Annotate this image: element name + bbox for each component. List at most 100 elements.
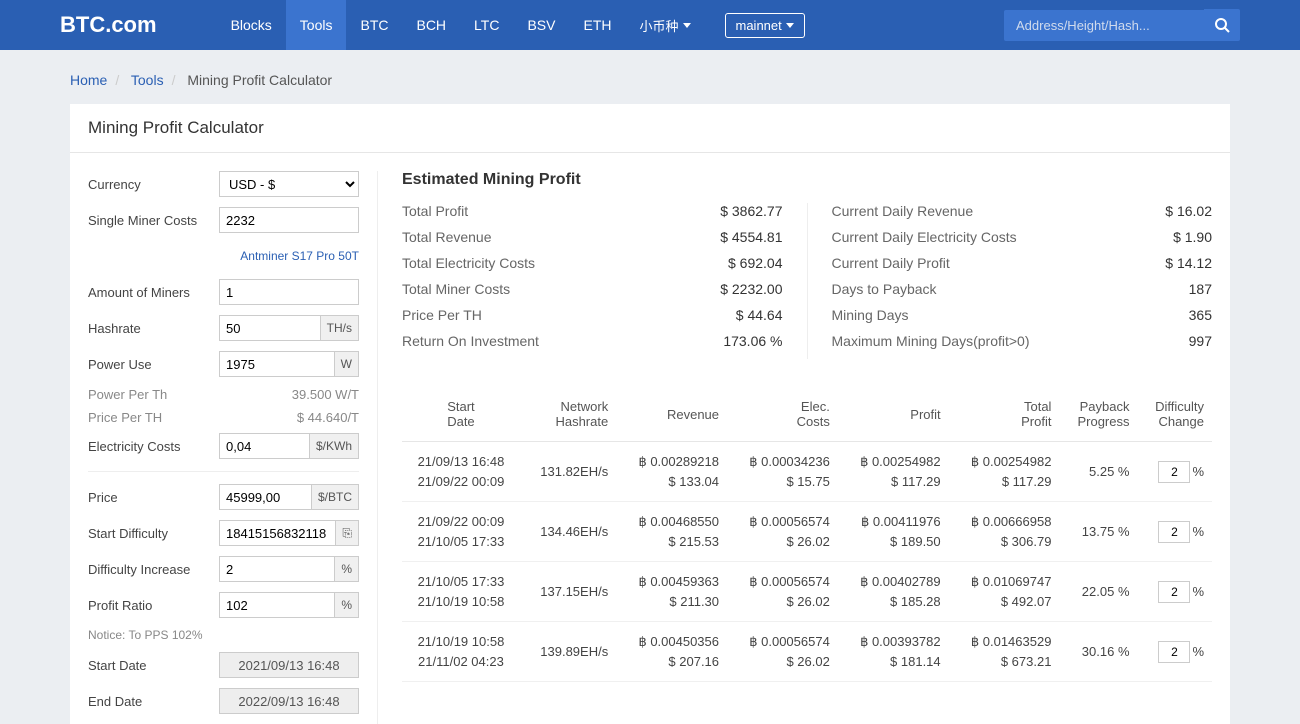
price-unit: $/BTC bbox=[311, 485, 358, 509]
summary-value: $ 2232.00 bbox=[720, 281, 782, 297]
nav-btc[interactable]: BTC bbox=[346, 0, 402, 50]
summary-value: $ 14.12 bbox=[1165, 255, 1212, 271]
summary-value: $ 44.64 bbox=[736, 307, 783, 323]
nav-altcoins[interactable]: 小币种 bbox=[625, 0, 704, 50]
diff-inc-input[interactable] bbox=[220, 557, 334, 581]
profit-ratio-input[interactable] bbox=[220, 593, 334, 617]
lock-icon[interactable]: ⎘ bbox=[335, 521, 358, 545]
difficulty-change-input[interactable] bbox=[1158, 521, 1190, 543]
nav-tools[interactable]: Tools bbox=[286, 0, 347, 50]
summary-label: Mining Days bbox=[832, 307, 1189, 323]
nav-bsv[interactable]: BSV bbox=[513, 0, 569, 50]
summary-label: Days to Payback bbox=[832, 281, 1189, 297]
summary-value: 173.06 % bbox=[723, 333, 782, 349]
amount-input[interactable] bbox=[220, 280, 358, 304]
power-input[interactable] bbox=[220, 352, 334, 376]
table-row: 21/10/05 17:3321/10/19 10:58137.15EH/s฿ … bbox=[402, 562, 1212, 622]
amount-label: Amount of Miners bbox=[88, 285, 219, 300]
summary-value: 997 bbox=[1189, 333, 1212, 349]
breadcrumb-home[interactable]: Home bbox=[70, 72, 107, 88]
logo[interactable]: BTC.com bbox=[60, 12, 157, 38]
table-header: PaybackProgress bbox=[1059, 387, 1137, 442]
end-date-label: End Date bbox=[88, 694, 219, 709]
summary-value: 187 bbox=[1189, 281, 1212, 297]
summary-value: $ 3862.77 bbox=[720, 203, 782, 219]
hashrate-input[interactable] bbox=[220, 316, 320, 340]
end-date-input[interactable] bbox=[219, 688, 359, 714]
summary-label: Return On Investment bbox=[402, 333, 723, 349]
summary-label: Price Per TH bbox=[402, 307, 736, 323]
summary-label: Current Daily Electricity Costs bbox=[832, 229, 1174, 245]
currency-label: Currency bbox=[88, 177, 219, 192]
notice-text: Notice: To PPS 102% bbox=[88, 628, 359, 642]
main-nav: Blocks Tools BTC BCH LTC BSV ETH 小币种 mai… bbox=[217, 0, 805, 50]
breadcrumb: Home/ Tools/ Mining Profit Calculator bbox=[70, 50, 1230, 104]
summary-label: Current Daily Profit bbox=[832, 255, 1166, 271]
diff-input[interactable] bbox=[220, 521, 335, 545]
chevron-down-icon bbox=[786, 23, 794, 28]
table-header: Elec.Costs bbox=[727, 387, 838, 442]
price-per-th-label: Price Per TH bbox=[88, 410, 297, 425]
power-label: Power Use bbox=[88, 357, 219, 372]
search-icon bbox=[1214, 17, 1230, 33]
page-title: Mining Profit Calculator bbox=[70, 104, 1230, 153]
hashrate-unit: TH/s bbox=[320, 316, 358, 340]
power-per-th-label: Power Per Th bbox=[88, 387, 292, 402]
elec-unit: $/KWh bbox=[309, 434, 358, 458]
breadcrumb-tools[interactable]: Tools bbox=[131, 72, 164, 88]
price-per-th-value: $ 44.640/T bbox=[297, 410, 359, 425]
diff-inc-label: Difficulty Increase bbox=[88, 562, 219, 577]
table-header: DifficultyChange bbox=[1138, 387, 1213, 442]
network-selector[interactable]: mainnet bbox=[725, 13, 805, 38]
hashrate-label: Hashrate bbox=[88, 321, 219, 336]
summary-value: 365 bbox=[1189, 307, 1212, 323]
summary-label: Total Miner Costs bbox=[402, 281, 720, 297]
nav-ltc[interactable]: LTC bbox=[460, 0, 513, 50]
summary-label: Total Profit bbox=[402, 203, 720, 219]
table-header: Revenue bbox=[616, 387, 727, 442]
table-row: 21/09/22 00:0921/10/05 17:33134.46EH/s฿ … bbox=[402, 502, 1212, 562]
table-header: Profit bbox=[838, 387, 949, 442]
table-header: NetworkHashrate bbox=[520, 387, 616, 442]
table-row: 21/09/13 16:4821/09/22 00:09131.82EH/s฿ … bbox=[402, 442, 1212, 502]
nav-blocks[interactable]: Blocks bbox=[217, 0, 286, 50]
power-per-th-value: 39.500 W/T bbox=[292, 387, 359, 402]
chevron-down-icon bbox=[683, 23, 691, 28]
difficulty-change-input[interactable] bbox=[1158, 581, 1190, 603]
search-input[interactable] bbox=[1004, 10, 1204, 41]
miner-model-link[interactable]: Antminer S17 Pro 50T bbox=[240, 249, 359, 263]
currency-select[interactable]: USD - $ bbox=[219, 171, 359, 197]
summary-value: $ 692.04 bbox=[728, 255, 783, 271]
search-button[interactable] bbox=[1204, 9, 1240, 41]
miner-costs-input[interactable] bbox=[220, 208, 358, 232]
summary-value: $ 1.90 bbox=[1173, 229, 1212, 245]
diff-label: Start Difficulty bbox=[88, 526, 219, 541]
nav-bch[interactable]: BCH bbox=[402, 0, 460, 50]
summary-label: Current Daily Revenue bbox=[832, 203, 1166, 219]
summary-value: $ 4554.81 bbox=[720, 229, 782, 245]
price-input[interactable] bbox=[220, 485, 311, 509]
start-date-input[interactable] bbox=[219, 652, 359, 678]
main-content: Estimated Mining Profit Total Profit$ 38… bbox=[402, 171, 1212, 724]
table-header: StartDate bbox=[402, 387, 520, 442]
summary-label: Total Electricity Costs bbox=[402, 255, 728, 271]
elec-label: Electricity Costs bbox=[88, 439, 219, 454]
summary-title: Estimated Mining Profit bbox=[402, 171, 1212, 189]
difficulty-change-input[interactable] bbox=[1158, 461, 1190, 483]
profit-ratio-label: Profit Ratio bbox=[88, 598, 219, 613]
power-unit: W bbox=[334, 352, 358, 376]
start-date-label: Start Date bbox=[88, 658, 219, 673]
table-header: TotalProfit bbox=[949, 387, 1060, 442]
table-row: 21/10/19 10:5821/11/02 04:23139.89EH/s฿ … bbox=[402, 622, 1212, 682]
summary-value: $ 16.02 bbox=[1165, 203, 1212, 219]
form-sidebar: CurrencyUSD - $ Single Miner Costs Antmi… bbox=[88, 171, 378, 724]
breadcrumb-current: Mining Profit Calculator bbox=[187, 72, 332, 88]
summary-label: Total Revenue bbox=[402, 229, 720, 245]
price-label: Price bbox=[88, 490, 219, 505]
elec-input[interactable] bbox=[220, 434, 309, 458]
difficulty-change-input[interactable] bbox=[1158, 641, 1190, 663]
results-table: StartDateNetworkHashrateRevenueElec.Cost… bbox=[402, 387, 1212, 682]
nav-eth[interactable]: ETH bbox=[569, 0, 625, 50]
miner-costs-label: Single Miner Costs bbox=[88, 213, 219, 228]
summary-label: Maximum Mining Days(profit>0) bbox=[832, 333, 1189, 349]
